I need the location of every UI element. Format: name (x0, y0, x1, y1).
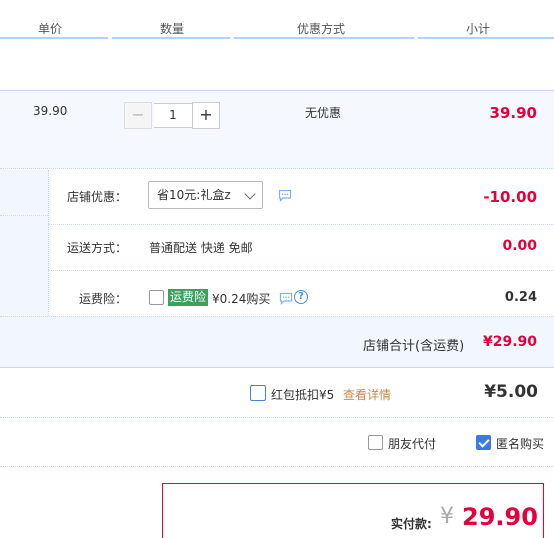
divider (0, 466, 554, 467)
redpacket-checkbox[interactable] (250, 385, 266, 401)
shop-coupon-select[interactable]: 省10元:礼盒z (148, 181, 263, 209)
insurance-value: 0.24 (504, 290, 537, 305)
item-subtotal: 39.90 (489, 104, 537, 122)
friend-pay-label: 朋友代付 (388, 437, 437, 451)
friend-pay-checkbox[interactable] (368, 435, 383, 450)
header-subtotal: 小计 (466, 22, 491, 36)
redpacket-value: ¥5.00 (484, 382, 538, 402)
payment-label: 实付款: (391, 517, 432, 531)
divider (0, 215, 48, 216)
header-quantity: 数量 (160, 22, 185, 36)
shop-total-value: ¥29.90 (482, 334, 537, 350)
quantity-decrease-button[interactable]: − (124, 102, 152, 129)
item-discount: 无优惠 (305, 106, 342, 120)
payment-amount: 29.90 (462, 503, 538, 531)
header-underline (0, 37, 108, 39)
anonymous-checkbox[interactable] (476, 435, 491, 450)
header-underline (418, 37, 554, 39)
divider (48, 224, 554, 225)
shop-coupon-selected: 省10元:礼盒z (157, 188, 231, 202)
insurance-tag: 运费险 (168, 289, 209, 306)
insurance-label: 运费险： (78, 292, 127, 306)
divider (0, 417, 554, 418)
item-row (0, 90, 554, 169)
shipping-label: 运送方式： (66, 241, 127, 255)
shipping-value: 0.00 (502, 238, 537, 254)
shop-coupon-label: 店铺优惠： (66, 190, 127, 204)
chevron-down-icon (244, 188, 256, 200)
header-underline (112, 37, 230, 39)
currency-symbol: ¥ (440, 504, 454, 529)
unit-price: 39.90 (33, 104, 68, 118)
redpacket-details-link[interactable]: 查看详情 (343, 386, 391, 403)
help-icon[interactable]: ? (294, 290, 308, 304)
shop-coupon-value: -10.00 (483, 188, 537, 206)
chat-icon[interactable] (279, 292, 293, 305)
divider (48, 270, 554, 271)
header-underline (234, 37, 414, 39)
quantity-input[interactable]: 1 (154, 103, 192, 128)
header-discount: 优惠方式 (297, 22, 346, 36)
divider (0, 316, 554, 317)
quantity-increase-button[interactable]: + (192, 102, 220, 129)
shop-total-label: 店铺合计(含运费) (363, 339, 465, 354)
shipping-method: 普通配送 快递 免邮 (149, 241, 253, 255)
header-unit-price: 单价 (38, 22, 63, 36)
redpacket-label: 红包抵扣¥5 (271, 388, 335, 402)
anonymous-label: 匿名购买 (496, 437, 545, 451)
insurance-price: ¥0.24购买 (212, 292, 271, 306)
insurance-checkbox[interactable] (149, 290, 164, 305)
chat-icon[interactable] (278, 189, 292, 202)
